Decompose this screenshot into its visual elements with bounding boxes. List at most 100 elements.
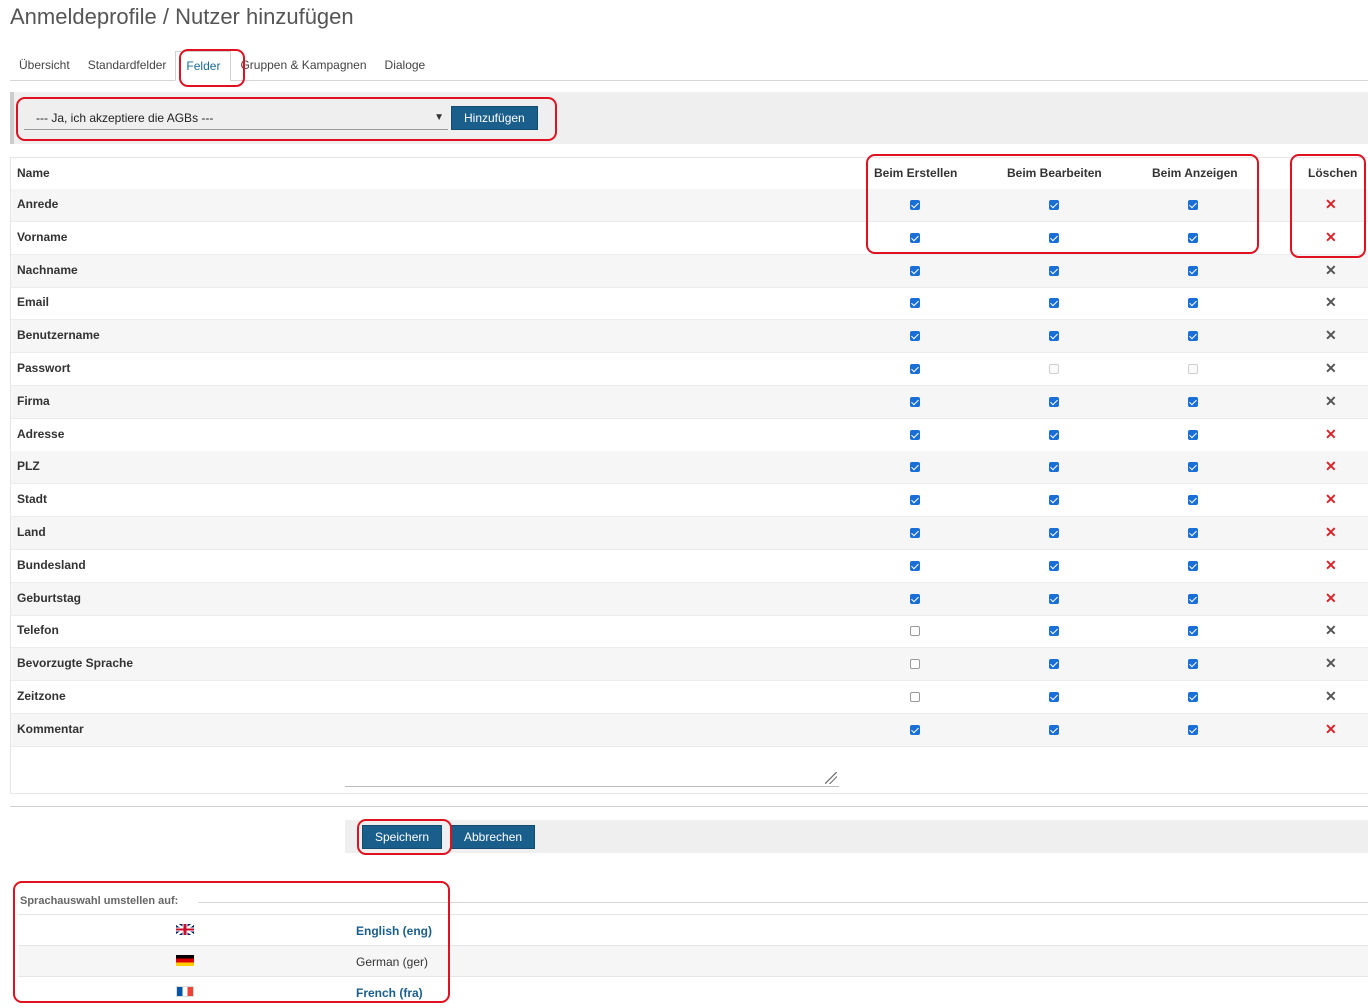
create-checkbox[interactable]: [910, 462, 920, 473]
create-checkbox[interactable]: [910, 593, 920, 604]
language-option[interactable]: English (eng): [18, 914, 1368, 946]
add-field-button[interactable]: Hinzufügen: [451, 106, 538, 130]
language-link[interactable]: English (eng): [356, 924, 432, 938]
table-row: Land ✕: [11, 517, 1368, 550]
edit-checkbox[interactable]: [1049, 331, 1059, 342]
field-name: Adresse: [17, 426, 65, 441]
table-row: Passwort ✕: [11, 353, 1368, 386]
edit-checkbox[interactable]: [1049, 560, 1059, 571]
show-checkbox[interactable]: [1188, 626, 1198, 637]
delete-icon[interactable]: ✕: [1325, 293, 1337, 311]
field-select[interactable]: --- Ja, ich akzeptiere die AGBs --- ▼: [24, 106, 448, 130]
delete-icon[interactable]: ✕: [1325, 326, 1337, 344]
show-checkbox[interactable]: [1188, 232, 1198, 243]
edit-checkbox[interactable]: [1049, 724, 1059, 735]
show-checkbox[interactable]: [1188, 396, 1198, 407]
language-switcher: Sprachauswahl umstellen auf: English (en…: [14, 880, 1368, 1003]
edit-checkbox[interactable]: [1049, 396, 1059, 407]
edit-checkbox[interactable]: [1049, 659, 1059, 670]
comment-textarea[interactable]: [345, 766, 839, 787]
table-row: PLZ ✕: [11, 451, 1368, 485]
show-checkbox[interactable]: [1188, 298, 1198, 309]
header-delete: Löschen: [1308, 166, 1358, 180]
fr-flag-icon: [176, 986, 194, 997]
create-checkbox[interactable]: [910, 724, 920, 735]
delete-icon[interactable]: ✕: [1325, 687, 1337, 705]
show-checkbox[interactable]: [1188, 200, 1198, 210]
save-button[interactable]: Speichern: [362, 825, 443, 849]
delete-icon[interactable]: ✕: [1325, 425, 1337, 443]
cancel-button[interactable]: Abbrechen: [451, 825, 536, 849]
create-checkbox[interactable]: [910, 331, 920, 342]
delete-icon[interactable]: ✕: [1325, 392, 1337, 410]
create-checkbox[interactable]: [910, 692, 920, 702]
create-checkbox[interactable]: [910, 495, 920, 506]
show-checkbox[interactable]: [1188, 724, 1198, 735]
language-title: Sprachauswahl umstellen auf:: [20, 895, 181, 907]
edit-checkbox[interactable]: [1049, 495, 1059, 506]
delete-icon[interactable]: ✕: [1325, 621, 1337, 639]
show-checkbox[interactable]: [1188, 429, 1198, 440]
edit-checkbox[interactable]: [1049, 200, 1059, 210]
tab-felder[interactable]: Felder: [175, 51, 232, 81]
field-name: Bundesland: [17, 557, 86, 572]
tab-übersicht[interactable]: Übersicht: [10, 50, 79, 80]
resize-grip-icon[interactable]: [825, 772, 837, 784]
delete-icon[interactable]: ✕: [1325, 195, 1337, 213]
show-checkbox[interactable]: [1188, 692, 1198, 702]
field-name: Telefon: [17, 623, 59, 638]
edit-checkbox[interactable]: [1049, 462, 1059, 473]
create-checkbox[interactable]: [910, 429, 920, 440]
field-name: Geburtstag: [17, 590, 82, 605]
edit-checkbox[interactable]: [1049, 626, 1059, 637]
show-checkbox[interactable]: [1188, 659, 1198, 670]
field-name: Benutzername: [17, 328, 100, 343]
create-checkbox[interactable]: [910, 396, 920, 407]
edit-checkbox[interactable]: [1049, 232, 1059, 243]
edit-checkbox[interactable]: [1049, 528, 1059, 538]
language-option[interactable]: German (ger): [18, 945, 1368, 977]
create-checkbox[interactable]: [910, 659, 920, 670]
table-row: Geburtstag ✕: [11, 582, 1368, 616]
create-checkbox[interactable]: [910, 560, 920, 571]
tab-standardfelder[interactable]: Standardfelder: [79, 50, 176, 80]
edit-checkbox[interactable]: [1049, 429, 1059, 440]
chevron-down-icon: ▼: [434, 112, 444, 123]
delete-icon[interactable]: ✕: [1325, 589, 1337, 607]
delete-icon[interactable]: ✕: [1325, 228, 1337, 246]
edit-checkbox[interactable]: [1049, 692, 1059, 702]
delete-icon[interactable]: ✕: [1325, 654, 1337, 672]
create-checkbox[interactable]: [910, 364, 920, 374]
tab-gruppen-kampagnen[interactable]: Gruppen & Kampagnen: [231, 50, 375, 80]
create-checkbox[interactable]: [910, 298, 920, 309]
language-link[interactable]: French (fra): [356, 986, 423, 1000]
delete-icon[interactable]: ✕: [1325, 359, 1337, 377]
show-checkbox[interactable]: [1188, 593, 1198, 604]
create-checkbox[interactable]: [910, 528, 920, 538]
language-option[interactable]: French (fra): [18, 976, 1368, 1008]
show-checkbox[interactable]: [1188, 528, 1198, 538]
show-checkbox[interactable]: [1188, 462, 1198, 473]
delete-icon[interactable]: ✕: [1325, 556, 1337, 574]
show-checkbox[interactable]: [1188, 331, 1198, 342]
create-checkbox[interactable]: [910, 626, 920, 637]
show-checkbox[interactable]: [1188, 265, 1198, 276]
delete-icon[interactable]: ✕: [1325, 720, 1337, 738]
table-row: Firma ✕: [11, 385, 1368, 419]
show-checkbox[interactable]: [1188, 560, 1198, 571]
create-checkbox[interactable]: [910, 200, 920, 210]
edit-checkbox[interactable]: [1049, 265, 1059, 276]
show-checkbox[interactable]: [1188, 495, 1198, 506]
delete-icon[interactable]: ✕: [1325, 523, 1337, 541]
field-name: Nachname: [17, 262, 78, 277]
delete-icon[interactable]: ✕: [1325, 490, 1337, 508]
delete-icon[interactable]: ✕: [1325, 457, 1337, 475]
tab-dialoge[interactable]: Dialoge: [376, 50, 435, 80]
divider: [10, 806, 1368, 807]
show-checkbox: [1188, 364, 1198, 374]
create-checkbox[interactable]: [910, 232, 920, 243]
edit-checkbox[interactable]: [1049, 593, 1059, 604]
delete-icon[interactable]: ✕: [1325, 261, 1337, 279]
edit-checkbox[interactable]: [1049, 298, 1059, 309]
create-checkbox[interactable]: [910, 265, 920, 276]
